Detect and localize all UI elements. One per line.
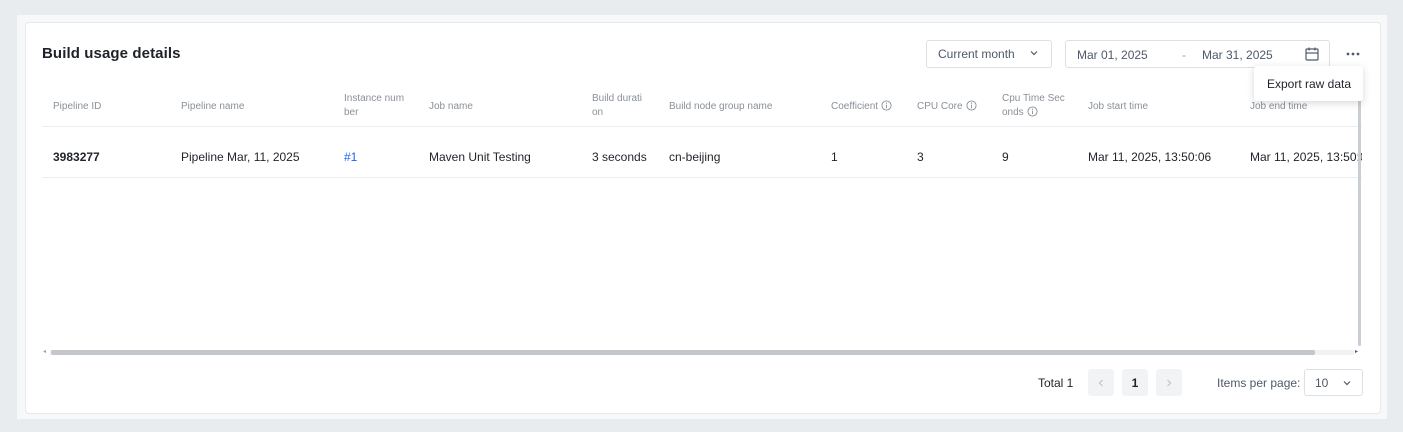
previous-page-button[interactable] (1088, 369, 1114, 396)
chevron-down-icon (1030, 51, 1038, 56)
cell-instance-number-link[interactable]: #1 (344, 150, 357, 164)
header-divider (42, 126, 1362, 127)
cell-build-duration: 3 seconds (592, 150, 647, 164)
period-select[interactable]: Current month (926, 40, 1052, 68)
cell-pipeline-id: 3983277 (53, 150, 100, 164)
info-icon[interactable] (881, 100, 892, 111)
chevron-right-icon (1167, 379, 1172, 386)
calendar-icon[interactable] (1304, 46, 1320, 62)
cell-job-end-time: Mar 11, 2025, 13:50:0 (1250, 150, 1362, 164)
page-title: Build usage details (42, 45, 181, 62)
column-header-coefficient: Coefficient (831, 100, 892, 114)
items-per-page-label: Items per page: (1217, 376, 1301, 390)
date-range-picker[interactable]: Mar 01, 2025 - Mar 31, 2025 (1065, 40, 1330, 68)
scroll-right-icon[interactable]: ▸ (1355, 349, 1358, 355)
cell-cpu-time-seconds: 9 (1002, 150, 1009, 164)
cell-coefficient: 1 (831, 150, 838, 164)
info-icon[interactable] (966, 100, 977, 111)
cell-pipeline-name: Pipeline Mar, 11, 2025 (181, 150, 300, 164)
column-header-job-start-time: Job start time (1088, 101, 1149, 112)
cell-build-node-group: cn-beijing (669, 150, 721, 164)
chevron-left-icon (1098, 379, 1103, 386)
column-header-cpu-time-seconds: Cpu Time Sec onds (1002, 92, 1068, 120)
vertical-scrollbar[interactable] (1358, 84, 1361, 346)
cell-job-name: Maven Unit Testing (429, 150, 531, 164)
date-start-input[interactable]: Mar 01, 2025 (1077, 48, 1148, 62)
info-icon[interactable] (1027, 106, 1038, 117)
column-header-build-duration: Build durati on (592, 93, 643, 118)
date-separator: - (1182, 48, 1186, 62)
cell-cpu-core: 3 (917, 150, 924, 164)
cell-job-start-time: Mar 11, 2025, 13:50:06 (1088, 150, 1212, 164)
items-per-page-select[interactable]: 10 (1304, 369, 1363, 396)
period-select-value: Current month (938, 47, 1015, 61)
page-1-button[interactable]: 1 (1122, 369, 1148, 396)
items-per-page-value: 10 (1315, 375, 1329, 390)
column-header-build-node-group: Build node group name (669, 101, 773, 112)
horizontal-scrollbar[interactable]: ◂ ▸ (42, 348, 1362, 356)
date-end-input[interactable]: Mar 31, 2025 (1202, 48, 1273, 62)
total-count: Total 1 (1038, 376, 1074, 390)
more-horizontal-icon (1346, 52, 1360, 56)
column-header-coefficient-label: Coefficient (831, 101, 879, 112)
column-header-job-name: Job name (429, 101, 473, 112)
scrollbar-thumb[interactable] (51, 350, 1315, 355)
more-options-button[interactable] (1343, 44, 1363, 64)
next-page-button[interactable] (1156, 369, 1182, 396)
export-raw-data-label: Export raw data (1267, 76, 1352, 91)
export-raw-data-menu-item[interactable]: Export raw data (1254, 66, 1363, 101)
column-header-pipeline-id: Pipeline ID (53, 101, 102, 112)
scroll-left-icon[interactable]: ◂ (43, 349, 46, 355)
row-divider (42, 177, 1362, 178)
column-header-job-end-time: Job end time (1250, 101, 1308, 112)
usage-table: Pipeline ID Pipeline name Instance num b… (42, 84, 1362, 346)
column-header-instance-number: Instance num ber (344, 93, 405, 118)
column-header-pipeline-name: Pipeline name (181, 101, 245, 112)
column-header-cpu-core-label: CPU Core (917, 101, 963, 112)
column-header-cpu-core: CPU Core (917, 100, 977, 114)
chevron-down-icon (1343, 381, 1351, 386)
